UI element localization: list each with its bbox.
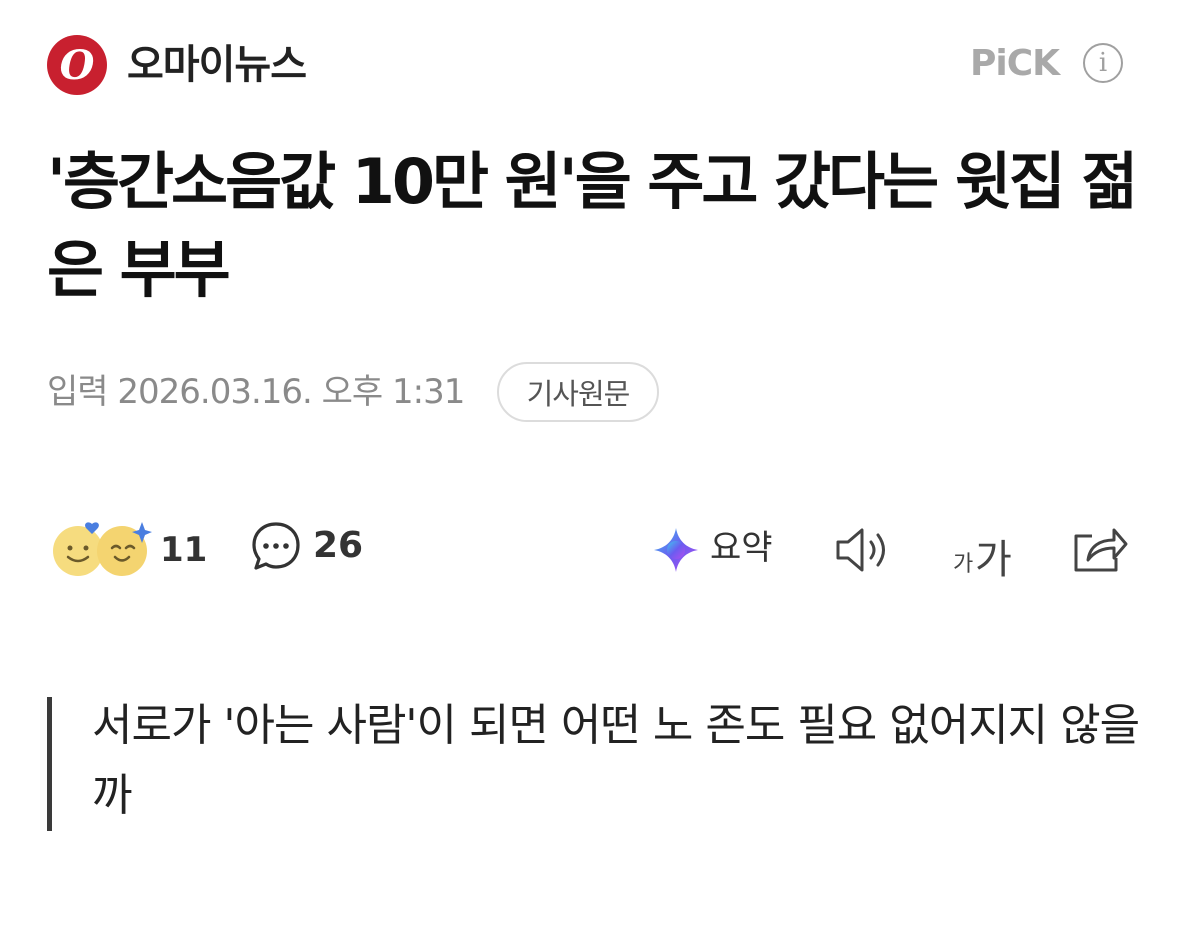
reaction-count: 11 — [160, 530, 208, 570]
pick-badge: PiCK — [970, 43, 1060, 84]
speaker-icon[interactable] — [832, 522, 894, 578]
reaction-emoji-icon[interactable] — [52, 518, 152, 578]
article-title: '층간소음값 10만 원'을 주고 갔다는 윗집 젊은 부부 — [47, 145, 1138, 306]
comment-icon[interactable] — [250, 520, 302, 572]
press-name[interactable]: 오마이뉴스 — [127, 38, 307, 92]
ai-summary-icon[interactable] — [652, 526, 700, 574]
quote-bar — [47, 697, 52, 831]
summary-button[interactable]: 요약 — [710, 526, 773, 570]
info-icon[interactable]: i — [1083, 43, 1123, 83]
original-article-button[interactable]: 기사원문 — [497, 362, 659, 422]
article-subtitle-quote: 서로가 '아는 사람'이 되면 어떤 노 존도 필요 없어지지 않을까 — [92, 700, 1140, 821]
font-size-button[interactable]: 가 가 — [951, 521, 1023, 583]
article-date: 입력 2026.03.16. 오후 1:31 — [47, 372, 465, 412]
comment-count[interactable]: 26 — [313, 524, 363, 568]
share-icon[interactable] — [1070, 522, 1128, 576]
press-logo[interactable]: O — [47, 35, 107, 95]
font-size-big-label: 가 — [975, 537, 1012, 583]
font-size-small-label: 가 — [953, 552, 974, 577]
